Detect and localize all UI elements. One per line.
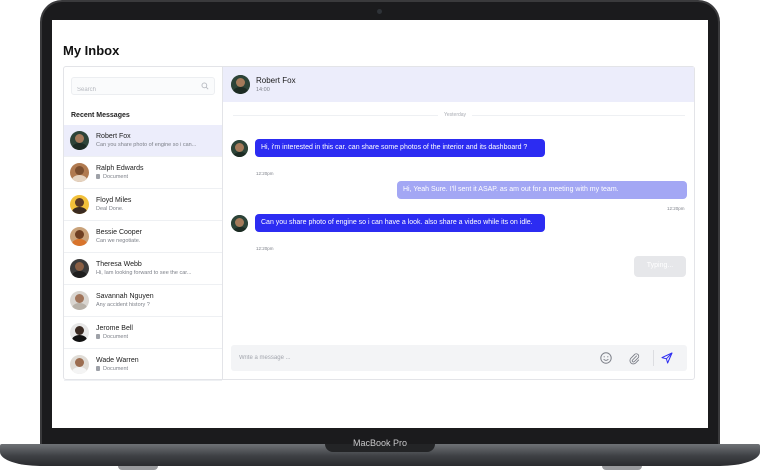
avatar (231, 215, 248, 232)
contact-item-robert-fox[interactable]: Robert Fox Can you share photo of engine… (64, 125, 222, 157)
chat-area: Robert Fox 14:00 Yesterday Hi, i'm inter… (223, 67, 694, 379)
message-bubble-incoming: Hi, i'm interested in this car. can shar… (255, 139, 545, 157)
chat-header: Robert Fox 14:00 (223, 67, 694, 102)
avatar (70, 355, 89, 374)
contact-name: Savannah Nguyen (96, 293, 154, 300)
contact-preview: Hi, Iam looking forward to see the car..… (96, 270, 192, 276)
search-icon[interactable] (201, 82, 209, 90)
search-input[interactable] (72, 82, 192, 98)
message-time: 12:20pm (667, 206, 685, 211)
contact-preview: Deal Done. (96, 206, 124, 212)
contact-preview: Document (96, 334, 214, 340)
avatar (70, 131, 89, 150)
contact-item-bessie-cooper[interactable]: Bessie Cooper Can we negotiate. (64, 221, 222, 253)
message-composer (231, 345, 687, 371)
document-icon (96, 366, 100, 371)
contact-name: Jerome Bell (96, 325, 133, 332)
message-input[interactable] (239, 350, 579, 366)
avatar (70, 259, 89, 278)
contact-preview: Document (96, 366, 214, 372)
contact-name: Bessie Cooper (96, 229, 142, 236)
contact-preview: Can we negotiate. (96, 238, 141, 244)
composer-divider (653, 350, 654, 366)
message-bubble-incoming: Can you share photo of engine so i can h… (255, 214, 545, 232)
laptop-foot-right (602, 466, 642, 470)
paperclip-icon[interactable] (627, 351, 641, 365)
document-icon (96, 174, 100, 179)
search-box (71, 77, 215, 98)
avatar (70, 291, 89, 310)
camera-dot (377, 9, 382, 14)
contact-list: Robert Fox Can you share photo of engine… (64, 125, 222, 381)
contact-item-floyd-miles[interactable]: Floyd Miles Deal Done. (64, 189, 222, 221)
contact-preview: Document (96, 174, 214, 180)
chat-contact-time: 14:00 (256, 87, 270, 93)
contact-item-ralph-edwards[interactable]: Ralph Edwards Document (64, 157, 222, 189)
contact-preview: Any accident history ? (96, 302, 150, 308)
contact-name: Ralph Edwards (96, 165, 144, 172)
send-icon[interactable] (660, 351, 674, 365)
day-divider-label: Yesterday (438, 112, 473, 118)
laptop-screen: My Inbox Recent Messages Robert Fox Can … (52, 20, 708, 428)
contact-name: Wade Warren (96, 357, 139, 364)
emoji-icon[interactable] (599, 351, 613, 365)
recent-messages-heading: Recent Messages (71, 112, 130, 119)
page-title: My Inbox (63, 43, 120, 58)
contact-name: Robert Fox (96, 133, 131, 140)
avatar (70, 195, 89, 214)
contact-name: Floyd Miles (96, 197, 132, 204)
contact-item-wade-warren[interactable]: Wade Warren Document (64, 349, 222, 381)
avatar[interactable] (231, 75, 250, 94)
contact-item-theresa-webb[interactable]: Theresa Webb Hi, Iam looking forward to … (64, 253, 222, 285)
message-time: 12:20pm (256, 246, 274, 251)
avatar (70, 227, 89, 246)
avatar (231, 140, 248, 157)
contact-preview-text: Document (103, 366, 129, 372)
message-bubble-outgoing: Hi, Yeah Sure. I'll sent it ASAP. as am … (397, 181, 687, 199)
contact-preview-text: Document (103, 174, 129, 180)
inbox-panel: Recent Messages Robert Fox Can you share… (63, 66, 695, 381)
avatar (70, 323, 89, 342)
laptop-foot-left (118, 466, 158, 470)
conversation-sidebar: Recent Messages Robert Fox Can you share… (64, 67, 223, 381)
document-icon (96, 334, 100, 339)
contact-preview: Can you share photo of engine so i can..… (96, 142, 197, 148)
chat-contact-name: Robert Fox (256, 76, 296, 85)
contact-item-jerome-bell[interactable]: Jerome Bell Document (64, 317, 222, 349)
contact-item-savannah-nguyen[interactable]: Savannah Nguyen Any accident history ? (64, 285, 222, 317)
avatar (70, 163, 89, 182)
contact-name: Theresa Webb (96, 261, 142, 268)
device-brand: MacBook Pro (352, 438, 408, 448)
message-time: 12:20pm (256, 171, 274, 176)
typing-indicator: Typing... (634, 256, 686, 277)
contact-preview-text: Document (103, 334, 129, 340)
